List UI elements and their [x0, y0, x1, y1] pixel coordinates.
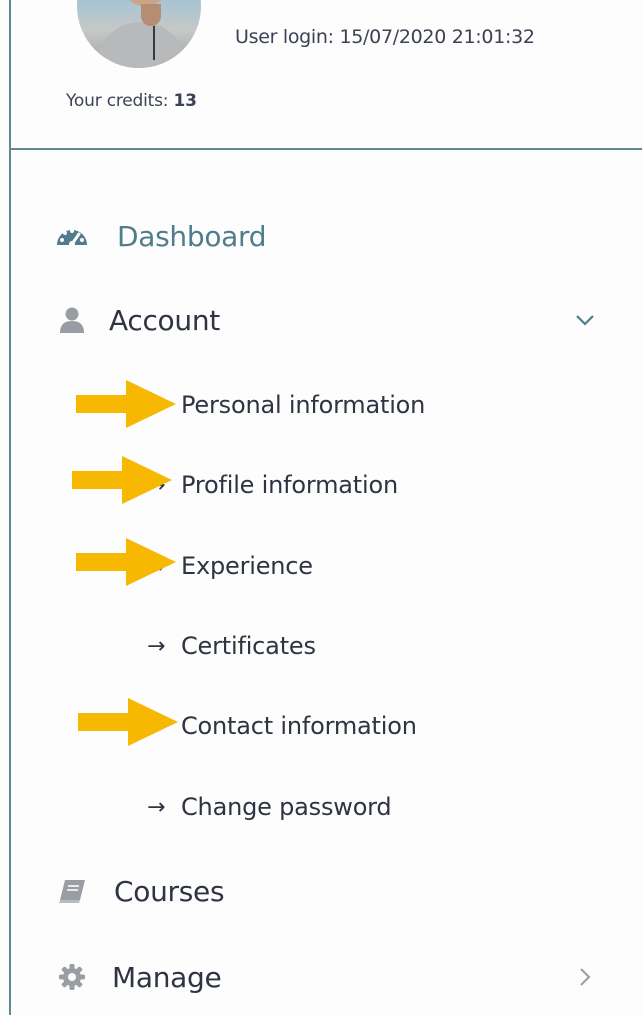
sub-item-contact-information[interactable]: → Contact information — [147, 706, 417, 746]
gear-icon — [55, 962, 89, 992]
sub-item-change-password[interactable]: → Change password — [147, 787, 392, 827]
chevron-down-icon[interactable] — [573, 308, 597, 332]
sub-item-label: Experience — [181, 552, 313, 580]
sub-item-label: Change password — [181, 793, 392, 821]
credits-label: Your credits: — [66, 91, 174, 111]
nav-item-manage[interactable]: Manage — [11, 947, 642, 1007]
nav-label-manage: Manage — [112, 960, 222, 994]
sub-item-label: Contact information — [181, 712, 417, 740]
profile-section — [11, 0, 642, 148]
nav-item-courses[interactable]: Courses — [11, 861, 642, 921]
user-icon — [55, 305, 89, 335]
nav-label-dashboard: Dashboard — [117, 219, 267, 253]
credits-value: 13 — [173, 91, 197, 111]
sub-item-profile-information[interactable]: → Profile information — [147, 465, 398, 505]
chevron-right-icon[interactable] — [573, 965, 597, 989]
right-arrow-icon: → — [147, 794, 166, 820]
annotation-arrow-icon — [72, 456, 172, 504]
right-arrow-icon: → — [147, 633, 166, 659]
dashboard-gauge-icon — [55, 221, 89, 251]
sub-item-label: Profile information — [181, 471, 398, 499]
nav-item-dashboard[interactable]: Dashboard — [11, 206, 642, 266]
nav-label-account: Account — [109, 303, 220, 337]
user-login-timestamp: User login: 15/07/2020 21:01:32 — [235, 26, 535, 48]
avatar[interactable] — [77, 0, 201, 68]
sub-item-label: Certificates — [181, 632, 316, 660]
profile-divider — [11, 148, 642, 150]
nav-item-account[interactable]: Account — [11, 290, 642, 350]
annotation-arrow-icon — [78, 698, 178, 746]
sub-item-certificates[interactable]: → Certificates — [147, 626, 316, 666]
nav-label-courses: Courses — [114, 874, 225, 908]
sidebar: User login: 15/07/2020 21:01:32 Your cre… — [0, 0, 642, 1015]
sub-item-personal-information[interactable]: → Personal information — [147, 385, 425, 425]
credits-text: Your credits: 13 — [66, 91, 197, 111]
book-icon — [55, 876, 89, 906]
annotation-arrow-icon — [76, 380, 176, 428]
sub-item-label: Personal information — [181, 391, 426, 419]
annotation-arrow-icon — [76, 538, 176, 586]
